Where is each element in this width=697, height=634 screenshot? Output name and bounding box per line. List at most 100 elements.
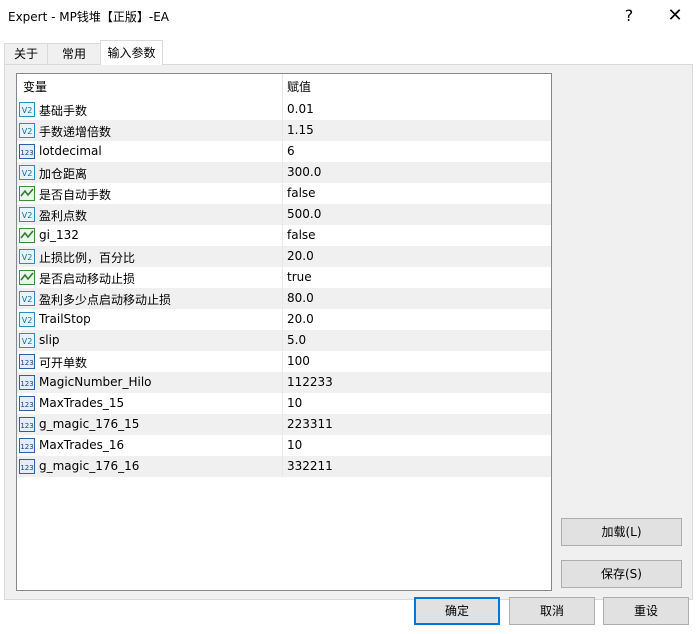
svg-text:123: 123 — [20, 149, 33, 157]
column-separator — [282, 267, 283, 288]
svg-text:V2: V2 — [22, 127, 33, 136]
parameter-name: MagicNumber_Hilo — [39, 375, 152, 389]
parameter-value[interactable]: 1.15 — [287, 123, 314, 137]
cancel-button[interactable]: 取消 — [509, 597, 595, 625]
save-button[interactable]: 保存(S) — [561, 560, 682, 588]
parameter-name: slip — [39, 333, 60, 347]
parameter-value[interactable]: 20.0 — [287, 249, 314, 263]
parameter-row[interactable]: 123 MaxTrades_16 10 — [17, 435, 551, 456]
integer-value-icon: 123 — [19, 459, 35, 474]
parameter-value[interactable]: 100 — [287, 354, 310, 368]
svg-text:V2: V2 — [22, 211, 33, 220]
parameter-value[interactable]: 500.0 — [287, 207, 321, 221]
parameter-row[interactable]: V2 盈利点数 500.0 — [17, 204, 551, 225]
double-value-icon: V2 — [19, 249, 35, 264]
reset-button[interactable]: 重设 — [603, 597, 689, 625]
parameter-row[interactable]: V2 手数递增倍数 1.15 — [17, 120, 551, 141]
parameter-name: gi_132 — [39, 228, 79, 242]
boolean-value-icon — [19, 228, 35, 243]
parameter-row[interactable]: 是否启动移动止损 true — [17, 267, 551, 288]
column-separator — [282, 330, 283, 351]
column-separator — [282, 393, 283, 414]
parameter-row[interactable]: 123 g_magic_176_16 332211 — [17, 456, 551, 477]
column-separator — [282, 225, 283, 246]
tab-strip: 关于 常用 输入参数 — [0, 40, 697, 65]
svg-text:123: 123 — [20, 359, 33, 367]
svg-text:V2: V2 — [22, 316, 33, 325]
header-value[interactable]: 赋值 — [287, 78, 311, 95]
parameter-value[interactable]: 332211 — [287, 459, 333, 473]
tab-about[interactable]: 关于 — [4, 43, 48, 64]
parameter-row[interactable]: 123 lotdecimal 6 — [17, 141, 551, 162]
parameter-name: 止损比例，百分比 — [39, 251, 136, 265]
svg-text:123: 123 — [20, 464, 33, 472]
column-separator — [282, 309, 283, 330]
close-button[interactable]: ✕ — [660, 4, 690, 28]
svg-text:123: 123 — [20, 401, 33, 409]
parameter-value[interactable]: 80.0 — [287, 291, 314, 305]
parameter-row[interactable]: gi_132 false — [17, 225, 551, 246]
column-separator — [282, 99, 283, 120]
parameters-grid[interactable]: 变量 赋值 V2 基础手数 0.01 V2 手数递增倍数 1.15 123 lotdecima… — [16, 73, 552, 591]
double-value-icon: V2 — [19, 165, 35, 180]
load-button[interactable]: 加载(L) — [561, 518, 682, 546]
boolean-value-icon — [19, 186, 35, 201]
parameter-value[interactable]: 223311 — [287, 417, 333, 431]
header-variable[interactable]: 变量 — [23, 78, 47, 95]
parameter-name: MaxTrades_15 — [39, 396, 125, 410]
parameter-name: 手数递增倍数 — [39, 125, 112, 139]
header-separator[interactable] — [282, 74, 283, 99]
boolean-value-icon — [19, 270, 35, 285]
double-value-icon: V2 — [19, 102, 35, 117]
parameter-value[interactable]: false — [287, 228, 316, 242]
parameter-value[interactable]: true — [287, 270, 312, 284]
column-separator — [282, 246, 283, 267]
parameter-row[interactable]: V2 加仓距离 300.0 — [17, 162, 551, 183]
parameter-row[interactable]: V2 slip 5.0 — [17, 330, 551, 351]
parameter-value[interactable]: 10 — [287, 438, 302, 452]
svg-text:V2: V2 — [22, 337, 33, 346]
column-separator — [282, 183, 283, 204]
svg-text:V2: V2 — [22, 253, 33, 262]
help-button[interactable]: ? — [614, 4, 644, 28]
parameter-row[interactable]: 123 可开单数 100 — [17, 351, 551, 372]
column-separator — [282, 120, 283, 141]
parameter-name: MaxTrades_16 — [39, 438, 125, 452]
tab-inputs[interactable]: 输入参数 — [100, 40, 163, 65]
parameter-row[interactable]: 123 MagicNumber_Hilo 112233 — [17, 372, 551, 393]
parameter-row[interactable]: V2 盈利多少点启动移动止损 80.0 — [17, 288, 551, 309]
parameter-row[interactable]: V2 止损比例，百分比 20.0 — [17, 246, 551, 267]
parameter-name: 基础手数 — [39, 104, 88, 118]
svg-text:123: 123 — [20, 380, 33, 388]
parameter-value[interactable]: 20.0 — [287, 312, 314, 326]
parameter-row[interactable]: V2 基础手数 0.01 — [17, 99, 551, 120]
parameter-name: 可开单数 — [39, 356, 88, 370]
tab-common[interactable]: 常用 — [47, 43, 101, 64]
parameter-row[interactable]: 123 g_magic_176_15 223311 — [17, 414, 551, 435]
parameter-name: 加仓距离 — [39, 167, 88, 181]
integer-value-icon: 123 — [19, 144, 35, 159]
parameter-value[interactable]: 112233 — [287, 375, 333, 389]
parameter-row[interactable]: V2 TrailStop 20.0 — [17, 309, 551, 330]
parameter-name: 是否启动移动止损 — [39, 272, 136, 286]
parameter-value[interactable]: false — [287, 186, 316, 200]
parameter-name: TrailStop — [39, 312, 91, 326]
svg-text:V2: V2 — [22, 106, 33, 115]
column-separator — [282, 456, 283, 477]
column-separator — [282, 435, 283, 456]
window-title: Expert - MP钱堆【正版】-EA — [8, 10, 169, 24]
parameter-name: 盈利点数 — [39, 209, 88, 223]
parameter-row[interactable]: 是否自动手数 false — [17, 183, 551, 204]
double-value-icon: V2 — [19, 207, 35, 222]
integer-value-icon: 123 — [19, 417, 35, 432]
parameter-value[interactable]: 300.0 — [287, 165, 321, 179]
parameter-value[interactable]: 10 — [287, 396, 302, 410]
parameter-name: g_magic_176_15 — [39, 417, 140, 431]
double-value-icon: V2 — [19, 312, 35, 327]
ok-button[interactable]: 确定 — [414, 597, 500, 625]
parameter-value[interactable]: 6 — [287, 144, 295, 158]
parameter-value[interactable]: 0.01 — [287, 102, 314, 116]
svg-text:V2: V2 — [22, 295, 33, 304]
parameter-row[interactable]: 123 MaxTrades_15 10 — [17, 393, 551, 414]
parameter-value[interactable]: 5.0 — [287, 333, 306, 347]
